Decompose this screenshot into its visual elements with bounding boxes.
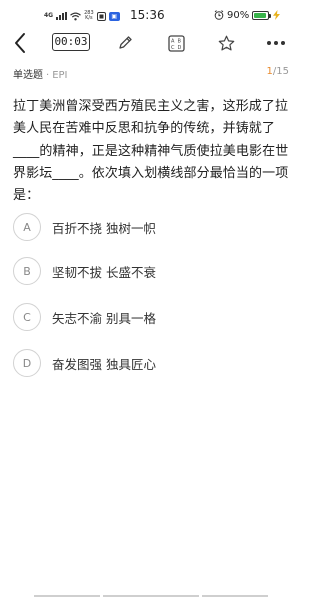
charging-icon bbox=[273, 10, 281, 20]
option-c-text: 矢志不渝 别具一格 bbox=[52, 310, 156, 326]
option-d[interactable]: D 奋发图强 独具匠心 bbox=[13, 348, 283, 378]
total-questions: /15 bbox=[272, 66, 289, 77]
status-left-group: 4G 283 K/s ▣ bbox=[44, 10, 120, 22]
question-source: EPI bbox=[52, 70, 68, 81]
app-badge-icon: ▣ bbox=[108, 11, 120, 21]
question-text: 拉丁美洲曾深受西方殖民主义之害，这形成了拉美人民在苦难中反思和抗争的传统，并铸就… bbox=[13, 99, 289, 204]
battery-icon bbox=[252, 10, 272, 20]
status-right-group: 90% bbox=[214, 9, 281, 21]
home-indicator bbox=[34, 595, 268, 597]
option-a[interactable]: A 百折不挠 独树一帜 bbox=[13, 212, 283, 242]
alarm-icon bbox=[214, 10, 224, 20]
option-d-text: 奋发图强 独具匠心 bbox=[52, 356, 156, 372]
option-b-letter: B bbox=[13, 257, 41, 285]
svg-text:C: C bbox=[171, 45, 175, 51]
svg-text:B: B bbox=[177, 38, 181, 44]
question-type: 单选题 bbox=[13, 70, 43, 81]
draft-button[interactable] bbox=[114, 28, 136, 58]
status-bar: 4G 283 K/s ▣ 15:36 90% bbox=[0, 0, 300, 30]
option-b[interactable]: B 坚韧不拔 长盛不衰 bbox=[13, 256, 283, 286]
answer-card-icon: A B C D bbox=[167, 34, 185, 52]
timer-display[interactable]: 00:03 bbox=[52, 33, 90, 51]
status-time: 15:36 bbox=[130, 8, 165, 22]
pen-icon bbox=[119, 36, 132, 49]
meta-separator: · bbox=[46, 70, 50, 81]
question-meta: 单选题 · EPI 1/15 bbox=[13, 66, 289, 82]
more-button[interactable] bbox=[264, 28, 288, 58]
more-icon bbox=[267, 41, 285, 45]
favorite-button[interactable] bbox=[215, 28, 237, 58]
battery-fill bbox=[254, 12, 266, 18]
option-c[interactable]: C 矢志不渝 别具一格 bbox=[13, 302, 283, 332]
wifi-icon bbox=[70, 12, 81, 20]
net-speed: 283 K/s bbox=[84, 11, 94, 21]
network-type: 4G bbox=[44, 12, 54, 19]
signal-icon bbox=[56, 12, 68, 20]
chevron-left-icon bbox=[15, 33, 25, 53]
option-c-letter: C bbox=[13, 303, 41, 331]
option-b-text: 坚韧不拔 长盛不衰 bbox=[52, 264, 156, 280]
star-icon bbox=[218, 35, 234, 50]
option-a-text: 百折不挠 独树一帜 bbox=[52, 220, 156, 236]
question-counter: 1/15 bbox=[267, 66, 289, 77]
back-button[interactable] bbox=[8, 28, 32, 58]
notification-icon bbox=[96, 11, 106, 21]
net-speed-unit: K/s bbox=[85, 15, 93, 21]
answer-card-button[interactable]: A B C D bbox=[165, 28, 187, 58]
option-a-letter: A bbox=[13, 213, 41, 241]
battery-percent: 90% bbox=[227, 9, 250, 21]
svg-text:A: A bbox=[171, 38, 175, 44]
option-d-letter: D bbox=[13, 349, 41, 377]
svg-text:D: D bbox=[177, 45, 181, 51]
